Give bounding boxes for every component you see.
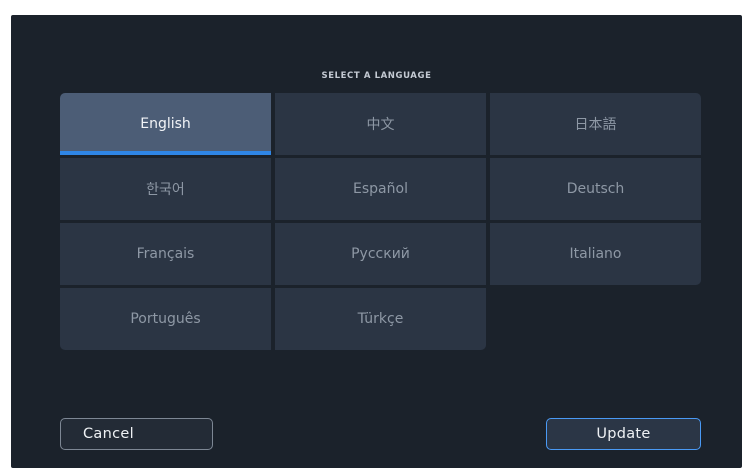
language-option-spanish[interactable]: Español — [275, 158, 486, 220]
cancel-button[interactable]: Cancel — [60, 418, 213, 450]
language-option-german[interactable]: Deutsch — [490, 158, 701, 220]
language-grid: English 中文 日本語 한국어 Español Deutsch Franç… — [60, 93, 701, 350]
language-option-chinese[interactable]: 中文 — [275, 93, 486, 155]
language-option-korean[interactable]: 한국어 — [60, 158, 271, 220]
language-option-portuguese[interactable]: Português — [60, 288, 271, 350]
language-option-french[interactable]: Français — [60, 223, 271, 285]
language-option-japanese[interactable]: 日本語 — [490, 93, 701, 155]
update-button[interactable]: Update — [546, 418, 701, 450]
language-option-russian[interactable]: Русский — [275, 223, 486, 285]
dialog-heading: SELECT A LANGUAGE — [321, 71, 432, 81]
language-option-italian[interactable]: Italiano — [490, 223, 701, 285]
language-option-turkish[interactable]: Türkçe — [275, 288, 486, 350]
language-option-english[interactable]: English — [60, 93, 271, 155]
language-dialog: SELECT A LANGUAGE English 中文 日本語 한국어 Esp… — [11, 15, 742, 468]
